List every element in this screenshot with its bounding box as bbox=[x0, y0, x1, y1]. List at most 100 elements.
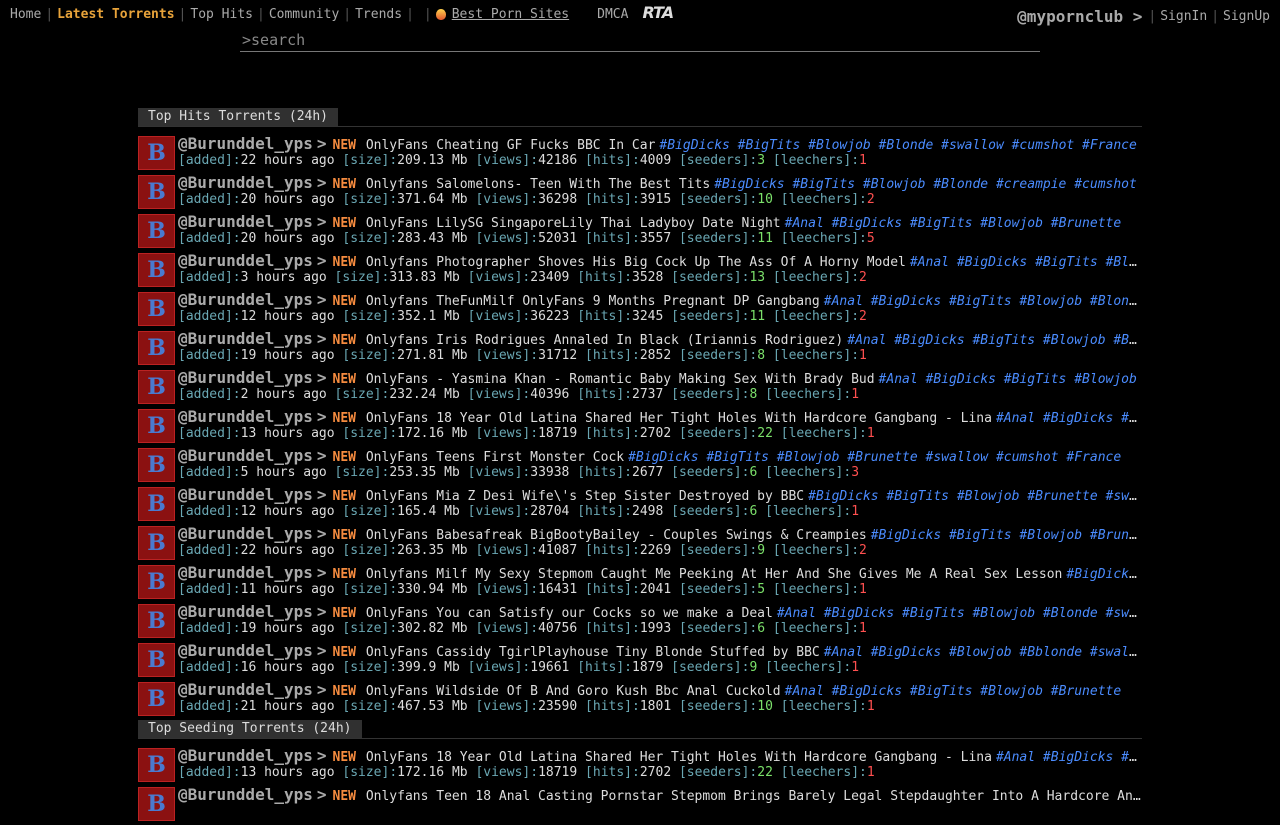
nav-home[interactable]: Home bbox=[6, 7, 45, 22]
torrent-title-link[interactable]: Onlyfans Milf My Sexy Stepmom Caught Me … bbox=[366, 567, 1063, 582]
new-badge: NEW bbox=[332, 567, 356, 582]
uploader-link[interactable]: @Burunddel_yps bbox=[178, 563, 313, 582]
torrent-tags[interactable]: #Anal #BigDicks #BigTits #Blowjob #Brune… bbox=[847, 333, 1142, 348]
torrent-tags[interactable]: #Anal #BigDicks #Blowjob #Bblonde #swall… bbox=[824, 645, 1142, 660]
torrent-title-link[interactable]: OnlyFans 18 Year Old Latina Shared Her T… bbox=[366, 750, 992, 765]
torrent-row: B @Burunddel_yps > NEW OnlyFans - Yasmina K… bbox=[138, 368, 1142, 404]
torrent-tags[interactable]: #BigDicks #BigTits #Blowjob #Brunette #s… bbox=[808, 489, 1142, 504]
uploader-link[interactable]: @Burunddel_yps bbox=[178, 368, 313, 387]
nav-trends[interactable]: Trends bbox=[351, 7, 406, 22]
added-value: 22 hours ago bbox=[240, 543, 335, 558]
torrent-tags[interactable]: #BigDicks #BigTits #Blowjob #Blonde #swa… bbox=[659, 138, 1136, 153]
avatar[interactable]: B bbox=[138, 487, 175, 521]
arrow-separator: > bbox=[316, 524, 327, 543]
uploader-link[interactable]: @Burunddel_yps bbox=[178, 785, 313, 804]
avatar[interactable]: B bbox=[138, 682, 175, 716]
torrent-title-link[interactable]: OnlyFans Mia Z Desi Wife\'s Step Sister … bbox=[366, 489, 804, 504]
signup-link[interactable]: SignUp bbox=[1219, 9, 1274, 24]
avatar[interactable]: B bbox=[138, 292, 175, 326]
signin-link[interactable]: SignIn bbox=[1156, 9, 1211, 24]
torrent-tags[interactable]: #Anal #BigDicks #BigTits bbox=[996, 750, 1142, 765]
nav-latest-torrents[interactable]: Latest Torrents bbox=[53, 7, 178, 22]
avatar[interactable]: B bbox=[138, 787, 175, 821]
leechers-label: [leechers]: bbox=[765, 504, 852, 519]
torrent-tags[interactable]: #Anal #BigDicks #BigTits #Blowjob bbox=[879, 372, 1137, 387]
uploader-link[interactable]: @Burunddel_yps bbox=[178, 407, 313, 426]
arrow-separator: > bbox=[316, 290, 327, 309]
seeders-label: [seeders]: bbox=[678, 765, 758, 780]
torrent-tags[interactable]: #BigDicks #BigTits #Blowjob #Brunette bbox=[871, 528, 1142, 543]
dmca-link[interactable]: DMCA bbox=[597, 7, 628, 22]
torrent-stats: [added]:11 hours ago [size]:330.94 Mb [v… bbox=[178, 582, 867, 597]
avatar[interactable]: B bbox=[138, 448, 175, 482]
uploader-link[interactable]: @Burunddel_yps bbox=[178, 290, 313, 309]
torrent-tags[interactable]: #Anal #BigDicks #BigTits #Blowjob #Blond… bbox=[777, 606, 1142, 621]
leechers-label: [leechers]: bbox=[772, 621, 860, 636]
leechers-label: [leechers]: bbox=[780, 426, 867, 441]
uploader-link[interactable]: @Burunddel_yps bbox=[178, 446, 313, 465]
torrent-title-link[interactable]: OnlyFans - Yasmina Khan - Romantic Baby … bbox=[366, 372, 875, 387]
avatar[interactable]: B bbox=[138, 526, 175, 560]
avatar[interactable]: B bbox=[138, 370, 175, 404]
rta-logo[interactable]: RTA bbox=[642, 3, 674, 22]
avatar[interactable]: B bbox=[138, 136, 175, 170]
torrent-title-link[interactable]: Onlyfans Teen 18 Anal Casting Pornstar S… bbox=[366, 789, 1142, 804]
uploader-link[interactable]: @Burunddel_yps bbox=[178, 251, 313, 270]
nav-community[interactable]: Community bbox=[265, 7, 343, 22]
uploader-link[interactable]: @Burunddel_yps bbox=[178, 746, 313, 765]
torrent-tags[interactable]: #Anal #BigDicks #BigTits #Blowjob #Brune… bbox=[785, 216, 1122, 231]
avatar[interactable]: B bbox=[138, 643, 175, 677]
uploader-link[interactable]: @Burunddel_yps bbox=[178, 485, 313, 504]
avatar[interactable]: B bbox=[138, 748, 175, 782]
added-value: 2 hours ago bbox=[240, 387, 327, 402]
size-value: 232.24 Mb bbox=[389, 387, 460, 402]
size-label: [size]: bbox=[342, 504, 398, 519]
torrent-tags[interactable]: #BigDicks #BigTits #Blowjob #Blonde #cre… bbox=[714, 177, 1137, 192]
hits-value: 2702 bbox=[639, 426, 672, 441]
avatar[interactable]: B bbox=[138, 409, 175, 443]
torrent-title-link[interactable]: OnlyFans Cheating GF Fucks BBC In Car bbox=[366, 138, 656, 153]
avatar[interactable]: B bbox=[138, 565, 175, 599]
club-link[interactable]: @mypornclub > bbox=[1017, 7, 1142, 26]
avatar[interactable]: B bbox=[138, 604, 175, 638]
avatar[interactable]: B bbox=[138, 175, 175, 209]
torrent-title-link[interactable]: OnlyFans LilySG SingaporeLily Thai Ladyb… bbox=[366, 216, 781, 231]
uploader-link[interactable]: @Burunddel_yps bbox=[178, 212, 313, 231]
search-input[interactable] bbox=[240, 31, 1042, 49]
torrent-title-link[interactable]: OnlyFans You can Satisfy our Cocks so we… bbox=[366, 606, 773, 621]
torrent-tags[interactable]: #BigDicks #BigTits #Blowjob #Brunette #s… bbox=[628, 450, 1121, 465]
uploader-link[interactable]: @Burunddel_yps bbox=[178, 524, 313, 543]
uploader-link[interactable]: @Burunddel_yps bbox=[178, 641, 313, 660]
uploader-link[interactable]: @Burunddel_yps bbox=[178, 602, 313, 621]
added-label: [added]: bbox=[178, 348, 241, 363]
torrent-title-link[interactable]: Onlyfans TheFunMilf OnlyFans 9 Months Pr… bbox=[366, 294, 820, 309]
best-sites-link[interactable]: Best Porn Sites bbox=[432, 7, 573, 22]
torrent-title-link[interactable]: OnlyFans Wildside Of B And Goro Kush Bbc… bbox=[366, 684, 781, 699]
torrent-tags[interactable]: #Anal #BigDicks #BigTits bbox=[996, 411, 1142, 426]
avatar[interactable]: B bbox=[138, 331, 175, 365]
avatar[interactable]: B bbox=[138, 214, 175, 248]
added-label: [added]: bbox=[178, 765, 241, 780]
uploader-link[interactable]: @Burunddel_yps bbox=[178, 134, 313, 153]
torrent-title-link[interactable]: OnlyFans Cassidy TgirlPlayhouse Tiny Blo… bbox=[366, 645, 820, 660]
leechers-value: 1 bbox=[859, 153, 867, 168]
uploader-link[interactable]: @Burunddel_yps bbox=[178, 680, 313, 699]
torrent-title-link[interactable]: Onlyfans Photographer Shoves His Big Coc… bbox=[366, 255, 906, 270]
torrent-title-link[interactable]: Onlyfans Salomelons- Teen With The Best … bbox=[366, 177, 710, 192]
torrent-title-link[interactable]: OnlyFans Teens First Monster Cock bbox=[366, 450, 624, 465]
views-value: 36298 bbox=[538, 192, 578, 207]
avatar[interactable]: B bbox=[138, 253, 175, 287]
nav-top-hits[interactable]: Top Hits bbox=[186, 7, 257, 22]
torrent-tags[interactable]: #Anal #BigDicks #BigTits #Blowjob #Blond… bbox=[824, 294, 1142, 309]
torrent-title-link[interactable]: OnlyFans 18 Year Old Latina Shared Her T… bbox=[366, 411, 992, 426]
torrent-title-link[interactable]: Onlyfans Iris Rodrigues Annaled In Black… bbox=[366, 333, 843, 348]
torrent-title-link[interactable]: OnlyFans Babesafreak BigBootyBailey - Co… bbox=[366, 528, 867, 543]
torrent-tags[interactable]: #BigDicks #BigTits bbox=[1066, 567, 1142, 582]
seeders-label: [seeders]: bbox=[671, 387, 750, 402]
torrent-tags[interactable]: #Anal #BigDicks #BigTits #Blowjob bbox=[910, 255, 1142, 270]
uploader-link[interactable]: @Burunddel_yps bbox=[178, 173, 313, 192]
leechers-label: [leechers]: bbox=[765, 660, 852, 675]
uploader-link[interactable]: @Burunddel_yps bbox=[178, 329, 313, 348]
torrent-tags[interactable]: #Anal #BigDicks #BigTits #Blowjob #Brune… bbox=[785, 684, 1122, 699]
added-label: [added]: bbox=[178, 465, 241, 480]
